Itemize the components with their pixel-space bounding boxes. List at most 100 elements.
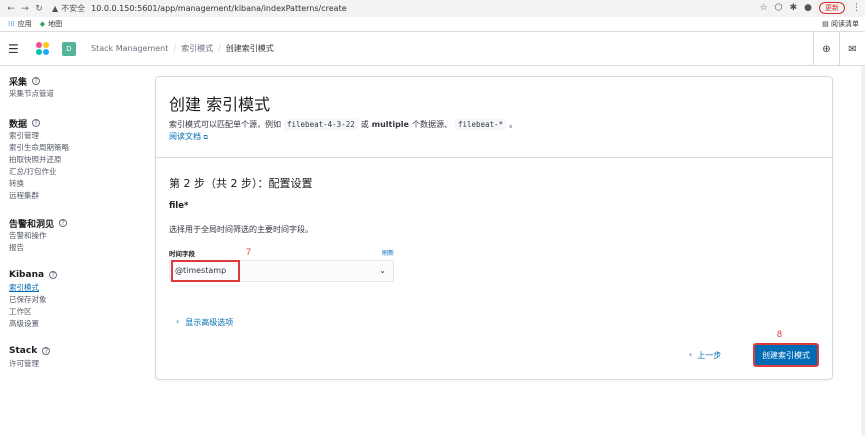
external-link-icon: ⧉ bbox=[203, 134, 208, 141]
sidebar-item-license[interactable]: 许可管理 bbox=[9, 358, 150, 370]
puzzle-icon[interactable]: ✱ bbox=[790, 3, 798, 13]
space-avatar[interactable]: D bbox=[62, 41, 76, 56]
sidebar-item-index-management[interactable]: 索引管理 bbox=[9, 130, 150, 142]
kibana-header: ☰ D Stack Management / 索引模式 / 创建索引模式 ⊕ ✉ bbox=[0, 32, 865, 66]
bookmark-label: 地图 bbox=[48, 20, 63, 28]
elastic-logo[interactable] bbox=[36, 41, 50, 56]
sidebar-group-stack: Stack? 许可管理 bbox=[9, 344, 150, 370]
group-title-text: 告警和洞见 bbox=[9, 219, 55, 230]
help-icon[interactable]: ? bbox=[59, 219, 68, 227]
warning-icon: ▲ bbox=[52, 4, 59, 13]
group-title-text: Stack bbox=[9, 346, 38, 356]
breadcrumb-create-index-pattern: 创建索引模式 bbox=[225, 44, 274, 53]
breadcrumb: Stack Management / 索引模式 / 创建索引模式 bbox=[86, 43, 279, 54]
sidebar-group-title: 数据? bbox=[9, 116, 150, 130]
create-index-pattern-button[interactable]: 创建索引模式 bbox=[753, 343, 819, 367]
sidebar-group-ingest: 采集? 采集节点管道 bbox=[9, 74, 150, 100]
bookmark-label: 应用 bbox=[17, 20, 32, 28]
reading-list-label: 阅读清单 bbox=[831, 20, 859, 28]
browser-toolbar: ← → ↻ ▲ 不安全 10.0.0.150:5601/app/manageme… bbox=[0, 0, 865, 17]
sidebar-item-spaces[interactable]: 工作区 bbox=[9, 306, 150, 318]
chevron-right-icon: › bbox=[176, 317, 180, 326]
sidebar-item-transform[interactable]: 转换 bbox=[9, 178, 150, 190]
help-icon[interactable]: ? bbox=[32, 77, 41, 85]
annotation-label-7: 7 bbox=[246, 247, 252, 257]
sidebar-item-ingest-pipelines[interactable]: 采集节点管道 bbox=[9, 88, 150, 100]
breadcrumb-index-patterns[interactable]: 索引模式 bbox=[176, 43, 218, 54]
insecure-label: 不安全 bbox=[61, 4, 86, 13]
group-title-text: 采集 bbox=[9, 77, 28, 88]
annotation-label-8: 8 bbox=[777, 329, 783, 339]
desc-text: 索引模式可以匹配单个源，例如 bbox=[169, 120, 281, 129]
index-pattern-name: file* bbox=[169, 201, 189, 211]
help-icon[interactable]: ⊕ bbox=[813, 32, 839, 66]
hamburger-menu-icon[interactable]: ☰ bbox=[8, 42, 24, 56]
divider bbox=[156, 157, 832, 158]
read-docs-link[interactable]: 阅读文档 ⧉ bbox=[169, 131, 208, 142]
profile-icon[interactable]: ● bbox=[804, 3, 812, 13]
time-field-label: 时间字段 bbox=[169, 250, 195, 258]
forward-arrow-icon[interactable]: → bbox=[18, 4, 32, 14]
page-title: 创建 索引模式 bbox=[169, 95, 271, 114]
show-advanced-toggle[interactable]: › 显示高级选项 bbox=[176, 317, 233, 328]
bookmark-maps[interactable]: ◆ 地图 bbox=[40, 19, 62, 29]
sidebar-item-saved-objects[interactable]: 已保存对象 bbox=[9, 294, 150, 306]
read-docs-label: 阅读文档 bbox=[169, 132, 201, 141]
sidebar-group-title: Kibana? bbox=[9, 268, 150, 282]
help-icon[interactable]: ? bbox=[49, 271, 58, 279]
reading-list[interactable]: ▤ 阅读清单 bbox=[822, 19, 859, 29]
sidebar-item-remote-clusters[interactable]: 远程集群 bbox=[9, 190, 150, 202]
sidebar-item-index-patterns[interactable]: 索引模式 bbox=[9, 282, 150, 294]
desc-text: 。 bbox=[509, 120, 518, 129]
sidebar-item-ilm[interactable]: 索引生命周期策略 bbox=[9, 142, 150, 154]
sidebar-group-title: 告警和洞见? bbox=[9, 216, 150, 230]
advanced-toggle-label: 显示高级选项 bbox=[185, 318, 234, 327]
sidebar-group-kibana: Kibana? 索引模式 已保存对象 工作区 高级设置 bbox=[9, 268, 150, 330]
sidebar-group-alerts: 告警和洞见? 告警和操作 报告 bbox=[9, 216, 150, 254]
help-icon[interactable]: ? bbox=[42, 347, 51, 355]
desc-code-example: filebeat-* bbox=[454, 119, 507, 130]
management-sidebar: 采集? 采集节点管道 数据? 索引管理 索引生命周期策略 拍取快照并还原 汇总/… bbox=[0, 66, 150, 436]
refresh-link[interactable]: 刷新 bbox=[382, 248, 394, 257]
sidebar-item-alerts-actions[interactable]: 告警和操作 bbox=[9, 230, 150, 242]
group-title-text: Kibana bbox=[9, 270, 45, 280]
bookmarks-bar: ⁞⁞⁞ 应用 ◆ 地图 ▤ 阅读清单 bbox=[0, 17, 865, 32]
chevron-left-icon: ‹ bbox=[689, 350, 693, 359]
desc-text: 或 bbox=[360, 120, 369, 129]
update-button[interactable]: 更新 bbox=[819, 2, 845, 14]
sidebar-group-data: 数据? 索引管理 索引生命周期策略 拍取快照并还原 汇总/打包作业 转换 远程集… bbox=[9, 116, 150, 202]
desc-bold: multiple bbox=[371, 120, 409, 129]
star-icon[interactable]: ☆ bbox=[760, 3, 768, 13]
desc-text: 个数据源、 bbox=[411, 120, 452, 129]
create-index-pattern-panel: 创建 索引模式 索引模式可以匹配单个源，例如 filebeat-4-3-22 或… bbox=[155, 76, 833, 380]
desc-code-example: filebeat-4-3-22 bbox=[284, 119, 358, 130]
sidebar-item-reporting[interactable]: 报告 bbox=[9, 242, 150, 254]
panel-description: 索引模式可以匹配单个源，例如 filebeat-4-3-22 或 multipl… bbox=[169, 119, 517, 130]
chevron-down-icon: ⌄ bbox=[379, 266, 386, 275]
mail-icon[interactable]: ✉ bbox=[839, 32, 865, 66]
back-button[interactable]: ‹ 上一步 bbox=[689, 350, 721, 361]
back-label: 上一步 bbox=[697, 351, 722, 360]
page-scrollbar[interactable] bbox=[861, 66, 865, 436]
sidebar-item-snapshot[interactable]: 拍取快照并还原 bbox=[9, 154, 150, 166]
more-menu-icon[interactable]: ⋮ bbox=[852, 3, 861, 13]
back-arrow-icon[interactable]: ← bbox=[4, 4, 18, 14]
time-field-description: 选择用于全局时间筛选的主要时间字段。 bbox=[169, 225, 313, 234]
step-title: 第 2 步（共 2 步）：配置设置 bbox=[169, 177, 313, 190]
extension-icon[interactable]: ⬡ bbox=[775, 3, 783, 13]
address-bar[interactable]: ▲ 不安全 10.0.0.150:5601/app/management/kib… bbox=[52, 2, 347, 15]
bookmark-apps[interactable]: ⁞⁞⁞ 应用 bbox=[8, 19, 32, 29]
reading-list-icon: ▤ bbox=[822, 20, 829, 28]
sidebar-item-advanced-settings[interactable]: 高级设置 bbox=[9, 318, 150, 330]
group-title-text: 数据 bbox=[9, 119, 28, 130]
sidebar-group-title: 采集? bbox=[9, 74, 150, 88]
sidebar-group-title: Stack? bbox=[9, 344, 150, 358]
annotation-box-7 bbox=[171, 260, 240, 282]
maps-icon: ◆ bbox=[39, 20, 46, 28]
sidebar-item-rollup[interactable]: 汇总/打包作业 bbox=[9, 166, 150, 178]
breadcrumb-stack-management[interactable]: Stack Management bbox=[86, 44, 173, 53]
reload-icon[interactable]: ↻ bbox=[32, 4, 46, 14]
url-text[interactable]: 10.0.0.150:5601/app/management/kibana/in… bbox=[91, 4, 346, 13]
help-icon[interactable]: ? bbox=[32, 119, 41, 127]
apps-grid-icon: ⁞⁞⁞ bbox=[8, 20, 15, 28]
